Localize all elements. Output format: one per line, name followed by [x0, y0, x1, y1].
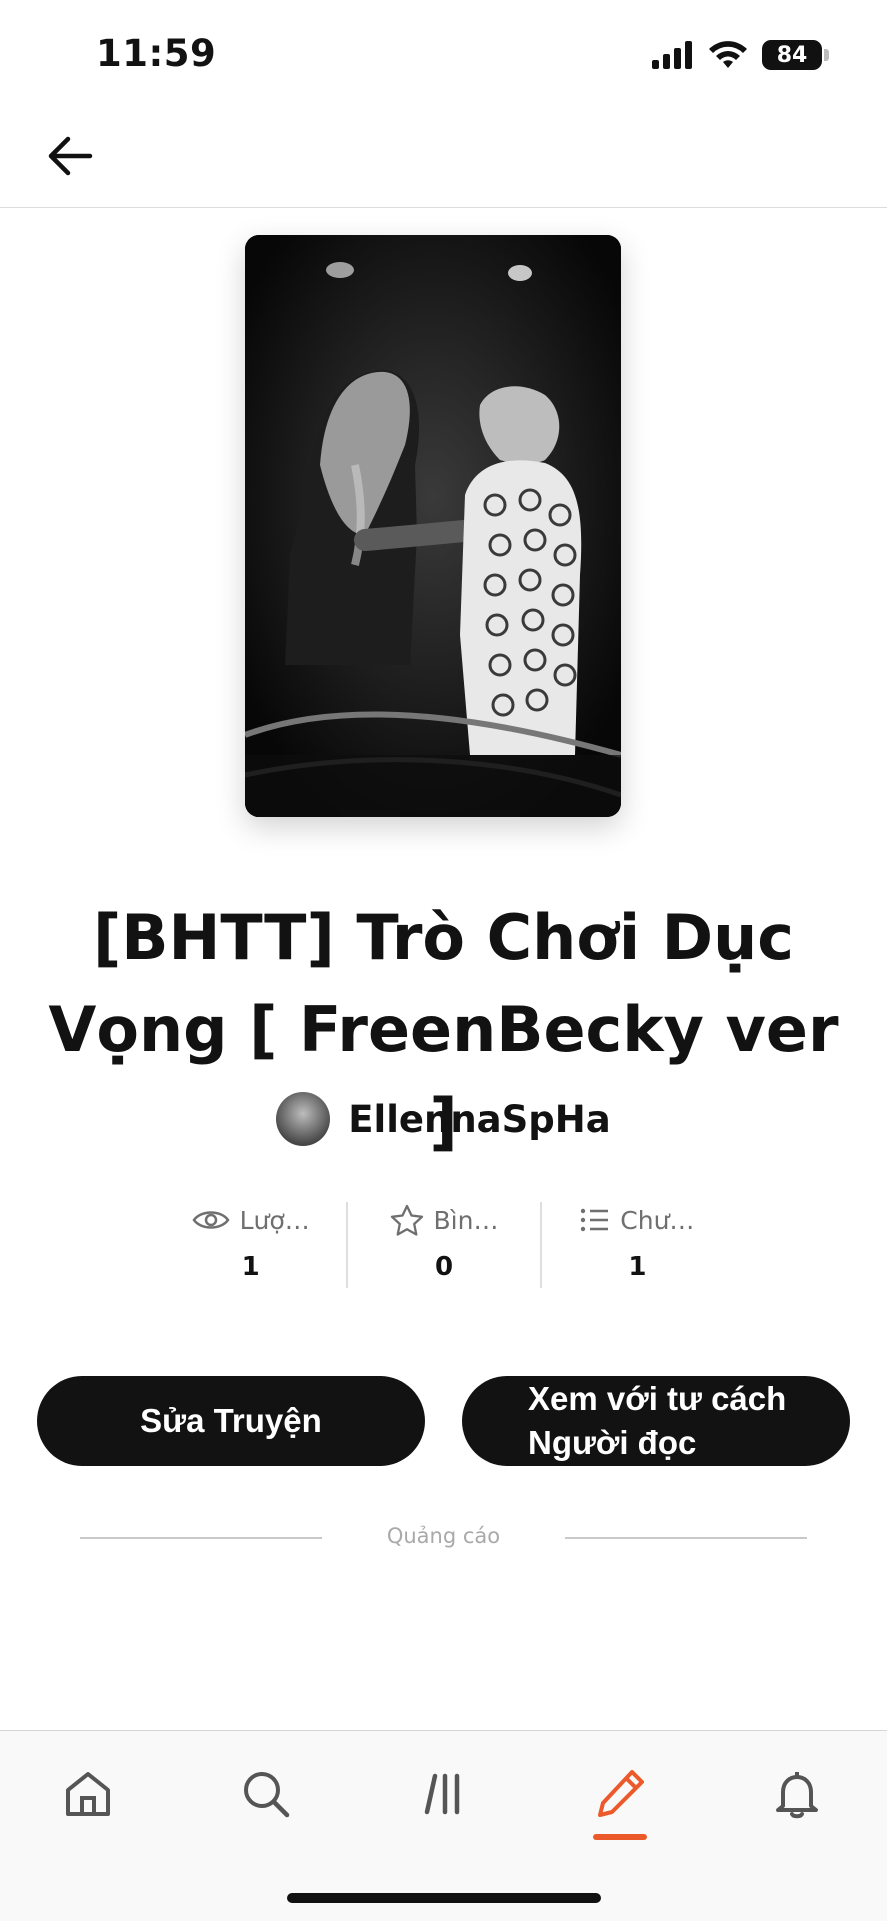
view-as-reader-line1: Xem với tư cách: [528, 1380, 787, 1417]
eye-icon: [192, 1211, 230, 1229]
search-icon: [244, 1772, 290, 1818]
status-icons: 84: [652, 40, 829, 70]
write-icon: [598, 1770, 644, 1817]
battery-cap: [824, 49, 829, 61]
list-icon: [581, 1208, 609, 1232]
stat-reads-label: Lượ…: [239, 1205, 310, 1235]
nav-notifications[interactable]: [762, 1759, 832, 1829]
ad-label: Quảng cáo: [386, 1524, 501, 1548]
bell-icon: [776, 1772, 818, 1819]
cover-image: [245, 235, 621, 817]
story-cover[interactable]: [245, 235, 621, 817]
stat-reads: Lượ… 1: [155, 1198, 346, 1288]
stat-parts: Chư… 1: [542, 1198, 733, 1288]
author-row[interactable]: EllennaSpHa: [0, 1092, 887, 1146]
battery-indicator: 84: [762, 40, 822, 70]
nav-active-indicator: [593, 1834, 647, 1840]
story-stats: Lượ… 1 Bìn… 0 Chư… 1: [155, 1198, 733, 1288]
status-time: 11:59: [96, 32, 217, 75]
wifi-icon: [709, 41, 747, 68]
view-as-reader-button[interactable]: Xem với tư cách Người đọc: [462, 1376, 850, 1466]
nav-search[interactable]: [231, 1759, 301, 1829]
stat-reads-value: 1: [241, 1252, 260, 1282]
battery-level: 84: [776, 42, 808, 68]
back-button[interactable]: [42, 128, 98, 184]
edit-story-button[interactable]: Sửa Truyện: [37, 1376, 425, 1466]
nav-write[interactable]: [585, 1759, 655, 1829]
ad-divider-right: [565, 1537, 807, 1539]
star-icon: [390, 1204, 423, 1236]
bottom-nav: [0, 1730, 887, 1921]
nav-library[interactable]: [410, 1759, 480, 1829]
stat-parts-label: Chư…: [620, 1205, 695, 1235]
home-icon: [66, 1772, 110, 1816]
author-avatar[interactable]: [276, 1092, 331, 1146]
home-indicator: [287, 1893, 601, 1903]
signal-icon: [652, 41, 692, 69]
author-name[interactable]: EllennaSpHa: [348, 1098, 610, 1141]
header-divider: [0, 207, 887, 208]
stat-votes: Bìn… 0: [348, 1198, 539, 1288]
library-icon: [424, 1773, 460, 1815]
view-as-reader-line2: Người đọc: [528, 1424, 697, 1461]
nav-home[interactable]: [53, 1759, 123, 1829]
stat-parts-value: 1: [628, 1252, 647, 1282]
stat-votes-label: Bìn…: [433, 1205, 499, 1235]
stat-votes-value: 0: [434, 1252, 454, 1282]
arrow-left-icon: [48, 136, 93, 176]
